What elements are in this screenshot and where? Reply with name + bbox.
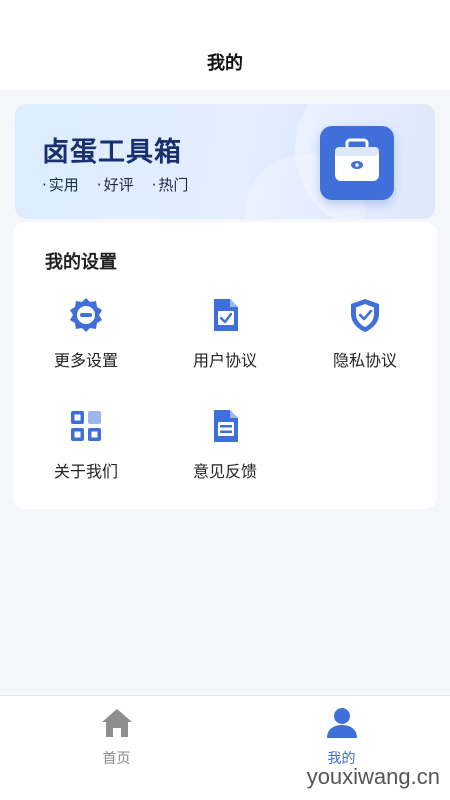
- user-agreement-item[interactable]: 用户协议: [155, 297, 295, 387]
- item-label: 意见反馈: [192, 462, 257, 481]
- home-icon: [100, 706, 134, 740]
- banner-tags: 实用 好评 热门: [42, 174, 189, 195]
- feedback-document-icon: [207, 408, 243, 444]
- privacy-policy-item[interactable]: 隐私协议: [295, 297, 435, 387]
- tag-item: 热门: [152, 174, 188, 195]
- page-title: 我的: [207, 53, 243, 74]
- top-header: 我的: [0, 0, 450, 90]
- app-banner: 卤蛋工具箱 实用 好评 热门: [15, 104, 435, 219]
- gear-icon: [68, 297, 104, 333]
- about-us-item[interactable]: 关于我们: [16, 408, 156, 498]
- watermark-text: youxiwang.cn: [306, 764, 440, 789]
- settings-title: 我的设置: [45, 252, 117, 273]
- item-label: 关于我们: [53, 462, 118, 481]
- settings-card: 我的设置 更多设置 用户协议 隐私协议 关于我们 意见反馈: [13, 222, 437, 509]
- shield-check-icon: [347, 297, 383, 333]
- item-label: 更多设置: [53, 351, 118, 370]
- tab-label: 首页: [102, 751, 131, 767]
- item-label: 用户协议: [192, 351, 257, 370]
- toolbox-icon: [320, 126, 394, 200]
- grid-icon: [68, 408, 104, 444]
- more-settings-item[interactable]: 更多设置: [16, 297, 156, 387]
- tag-item: 好评: [97, 174, 134, 195]
- app-name: 卤蛋工具箱: [42, 137, 182, 168]
- item-label: 隐私协议: [332, 351, 397, 370]
- tab-home[interactable]: 首页: [4, 696, 229, 776]
- document-check-icon: [207, 297, 243, 333]
- tag-item: 实用: [42, 174, 79, 195]
- user-icon: [325, 706, 359, 740]
- feedback-item[interactable]: 意见反馈: [155, 408, 295, 498]
